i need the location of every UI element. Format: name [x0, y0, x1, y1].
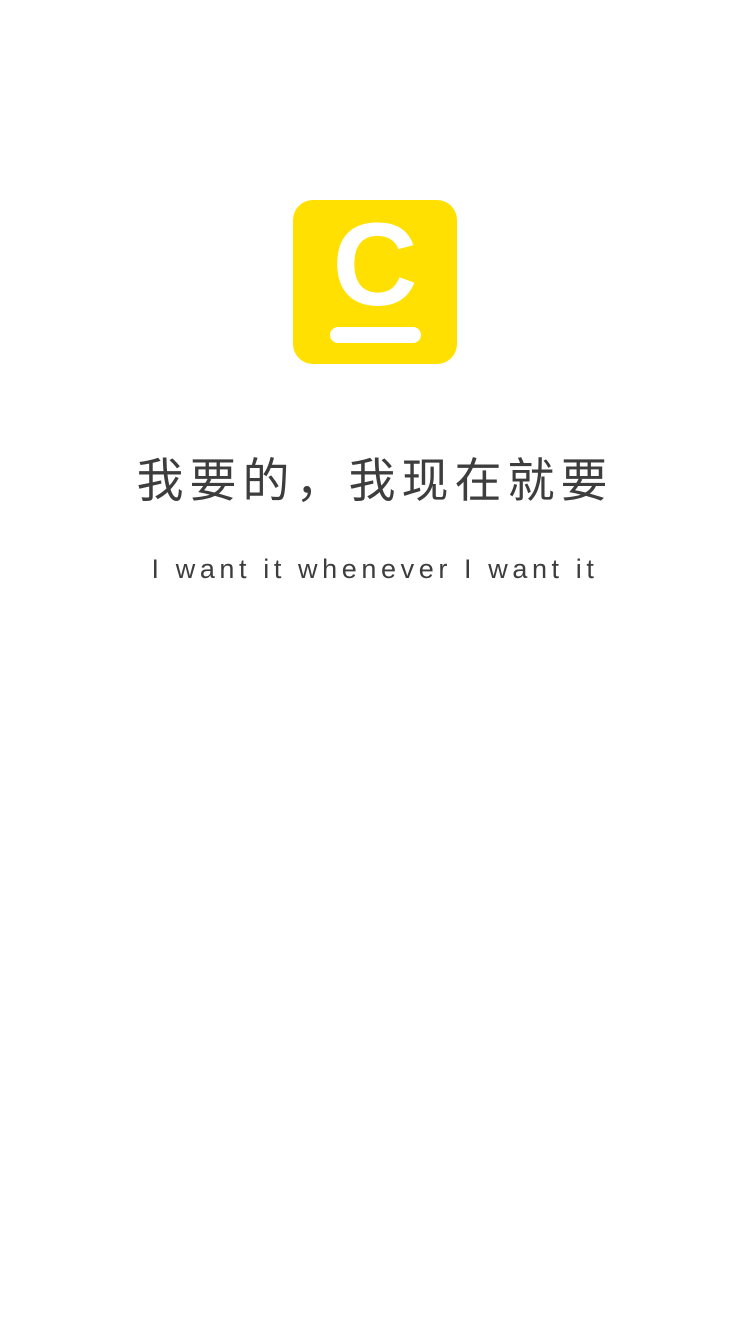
logo-underline-bar	[330, 327, 421, 343]
slogan-chinese: 我要的，我现在就要	[136, 454, 614, 509]
splash-screen: C 我要的，我现在就要 I want it whenever I want it	[0, 0, 750, 1334]
brand-logo-icon: C	[293, 200, 457, 364]
logo-letter: C	[332, 199, 418, 331]
slogan-english: I want it whenever I want it	[151, 554, 599, 584]
